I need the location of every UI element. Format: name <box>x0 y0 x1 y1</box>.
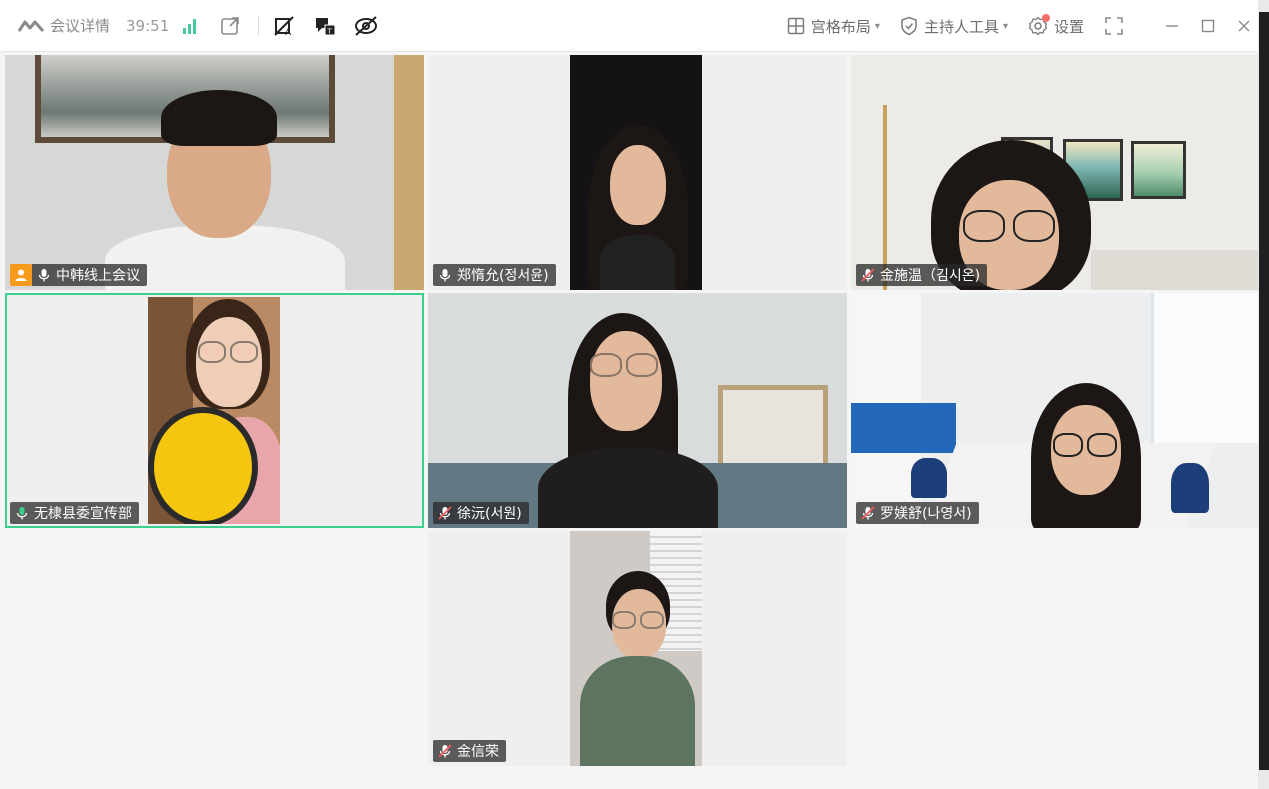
chevron-down-icon: ▾ <box>1002 20 1008 32</box>
video-tile[interactable]: 中韩线上会议 <box>5 55 424 290</box>
share-window-icon[interactable] <box>220 16 240 36</box>
blue-sofa <box>851 403 956 453</box>
participant-name: 罗媄舒(나영서) <box>880 506 972 522</box>
microphone-muted-icon <box>437 505 453 521</box>
participant-name: 金信荣 <box>457 744 499 760</box>
top-toolbar: 会议详情 39:51 A T 宫格布局 ▾ 主持人工具 ▾ 设置 <box>0 0 1258 52</box>
video-tile[interactable]: 郑惰允(정서윤) <box>428 55 847 290</box>
microphone-muted-icon <box>437 743 453 759</box>
gear-icon <box>1028 14 1050 36</box>
host-tools-label: 主持人工具 <box>923 17 999 36</box>
host-tools-dropdown[interactable]: 主持人工具 ▾ <box>900 16 1008 37</box>
svg-text:A: A <box>285 28 292 37</box>
video-tile[interactable]: 徐沅(서원) <box>428 293 847 528</box>
microphone-speaking-icon <box>14 505 30 521</box>
window <box>1151 293 1269 443</box>
maximize-icon[interactable] <box>1200 18 1216 34</box>
microphone-icon <box>36 267 52 283</box>
participant-name: 中韩线上会议 <box>56 268 140 284</box>
layout-label: 宫格布局 <box>810 17 871 36</box>
grid-layout-icon <box>787 17 805 35</box>
fullscreen-icon[interactable] <box>1104 16 1124 36</box>
participant-namebar: 郑惰允(정서윤) <box>433 264 556 286</box>
participant-namebar: 金施温（김시온) <box>856 264 988 286</box>
participant-name: 金施温（김시온) <box>880 268 981 284</box>
participant-namebar: 金信荣 <box>433 740 506 762</box>
participant-namebar: 无棣县委宣传部 <box>10 502 139 524</box>
participant-name: 无棣县委宣传部 <box>34 506 132 522</box>
meeting-details-label: 会议详情 <box>50 17 111 35</box>
signal-strength-icon <box>183 18 197 34</box>
settings-button[interactable]: 设置 <box>1028 14 1084 37</box>
translate-icon[interactable]: T <box>313 15 337 37</box>
microphone-muted-icon <box>860 267 876 283</box>
no-caption-icon[interactable]: A <box>273 15 297 37</box>
desktop-edge <box>1258 0 1269 789</box>
participant-name: 徐沅(서원) <box>457 506 522 522</box>
yellow-fan <box>148 407 258 524</box>
meeting-window: 会议详情 39:51 A T 宫格布局 ▾ 主持人工具 ▾ 设置 中韩线上会议 … <box>0 0 1269 789</box>
hide-video-icon[interactable] <box>353 15 379 37</box>
microphone-icon <box>437 267 453 283</box>
participant-namebar: 中韩线上会议 <box>32 264 147 286</box>
layout-dropdown[interactable]: 宫格布局 ▾ <box>787 16 880 37</box>
meeting-timer: 39:51 <box>126 16 170 35</box>
participant-name: 郑惰允(정서윤) <box>457 268 549 284</box>
video-tile[interactable]: 金信荣 <box>428 531 847 766</box>
participant-video <box>105 90 345 290</box>
participant-namebar: 徐沅(서원) <box>433 502 529 524</box>
participant-namebar: 罗媄舒(나영서) <box>856 502 979 524</box>
host-badge <box>10 264 32 286</box>
notification-dot <box>1041 14 1050 22</box>
svg-text:T: T <box>327 27 333 35</box>
participant-video <box>1021 383 1161 528</box>
toolbar-divider <box>258 15 260 36</box>
video-tile[interactable]: 金施温（김시온) <box>851 55 1269 290</box>
settings-label: 设置 <box>1053 17 1084 36</box>
video-tile-active[interactable]: 无棣县委宣传部 <box>5 293 424 528</box>
video-tile[interactable]: 罗媄舒(나영서) <box>851 293 1269 528</box>
chevron-down-icon: ▾ <box>874 20 880 32</box>
participant-video <box>570 531 702 766</box>
shield-icon <box>900 16 918 36</box>
app-logo-icon <box>18 19 44 33</box>
meeting-details-button[interactable]: 会议详情 <box>18 15 110 36</box>
microphone-muted-icon <box>860 505 876 521</box>
minimize-icon[interactable] <box>1164 18 1180 34</box>
participant-video <box>148 297 280 524</box>
participant-video <box>538 313 738 528</box>
close-icon[interactable] <box>1236 18 1252 34</box>
participant-video <box>570 55 702 290</box>
